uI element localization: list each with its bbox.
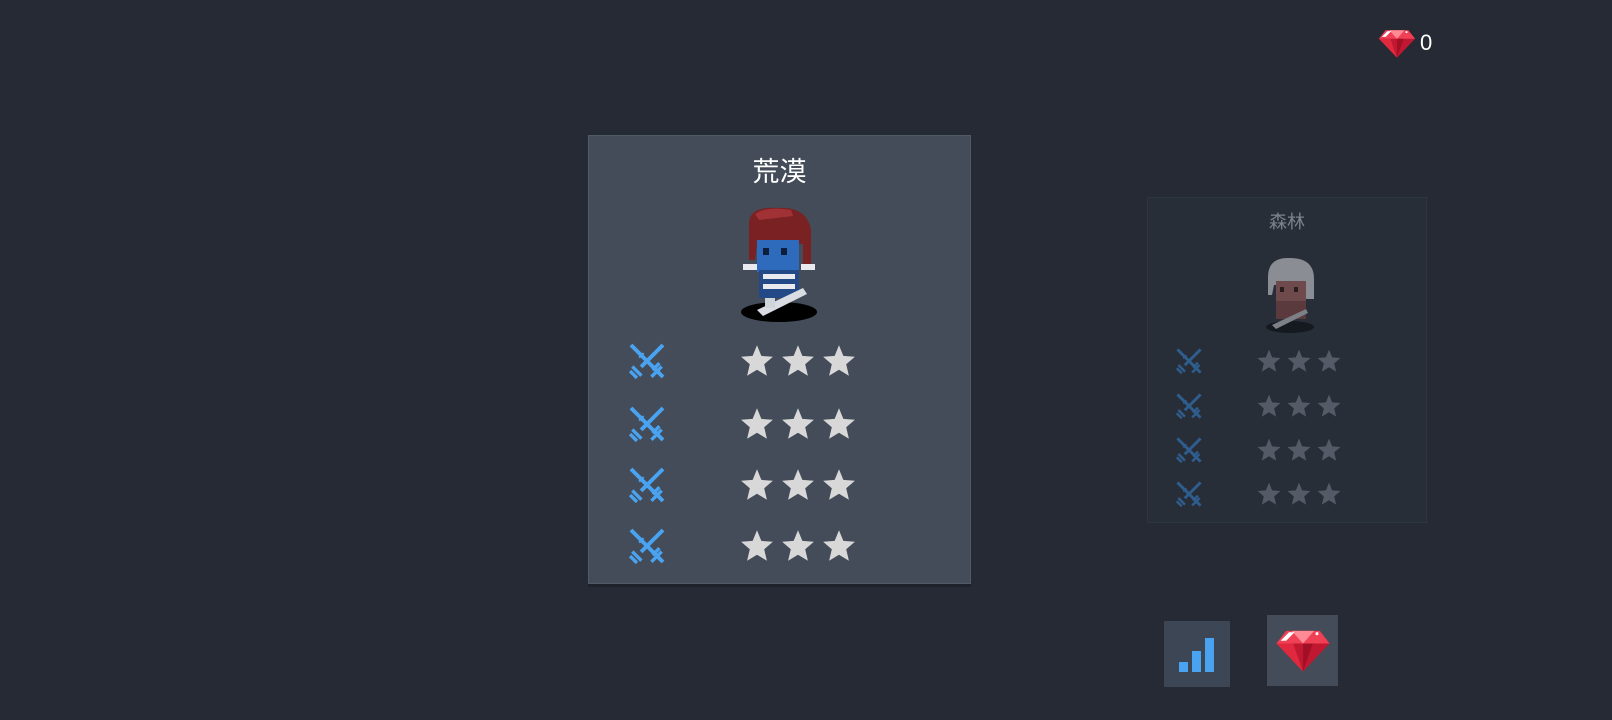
crossed-swords-icon	[1176, 348, 1202, 374]
level-card-forest[interactable]: 森林	[1147, 197, 1427, 523]
star-rating	[739, 467, 857, 503]
star-icon	[1316, 481, 1342, 507]
shop-button[interactable]	[1267, 615, 1338, 686]
star-icon	[780, 343, 816, 379]
crossed-swords-icon	[1176, 481, 1202, 507]
stats-button[interactable]	[1164, 621, 1230, 687]
star-icon	[1286, 348, 1312, 374]
star-icon	[739, 467, 775, 503]
star-icon	[821, 467, 857, 503]
crossed-swords-icon	[629, 406, 665, 442]
star-rating	[739, 343, 857, 379]
crossed-swords-icon	[1176, 437, 1202, 463]
star-icon	[780, 528, 816, 564]
star-rating	[1256, 437, 1342, 463]
star-icon	[739, 528, 775, 564]
star-icon	[1316, 437, 1342, 463]
star-icon	[821, 406, 857, 442]
star-icon	[1256, 481, 1282, 507]
crossed-swords-icon	[629, 528, 665, 564]
star-icon	[780, 406, 816, 442]
crossed-swords-icon	[1176, 393, 1202, 419]
ruby-gem-icon	[1275, 628, 1331, 673]
gem-counter: 0	[1378, 26, 1432, 60]
star-icon	[1286, 437, 1312, 463]
star-icon	[1256, 348, 1282, 374]
star-icon	[821, 528, 857, 564]
star-rating	[1256, 348, 1342, 374]
star-rating	[1256, 481, 1342, 507]
star-icon	[1286, 481, 1312, 507]
blue-skinned-swordsman-icon	[741, 207, 817, 322]
gem-count: 0	[1420, 30, 1433, 55]
star-icon	[1256, 393, 1282, 419]
level-title: 荒漠	[752, 157, 807, 188]
crossed-swords-icon	[629, 343, 665, 379]
ruby-gem-icon	[1378, 28, 1416, 59]
star-icon	[739, 406, 775, 442]
star-icon	[1256, 437, 1282, 463]
level-card-desert[interactable]: 荒漠	[588, 135, 971, 584]
star-rating	[1256, 393, 1342, 419]
star-icon	[739, 343, 775, 379]
level-title: 森林	[1269, 212, 1305, 233]
star-rating	[739, 406, 857, 442]
star-icon	[1316, 348, 1342, 374]
star-icon	[1286, 393, 1312, 419]
bar-chart-icon	[1179, 638, 1214, 672]
white-haired-swordsman-icon	[1266, 257, 1314, 333]
crossed-swords-icon	[629, 467, 665, 503]
star-icon	[780, 467, 816, 503]
star-icon	[1316, 393, 1342, 419]
star-rating	[739, 528, 857, 564]
star-icon	[821, 343, 857, 379]
